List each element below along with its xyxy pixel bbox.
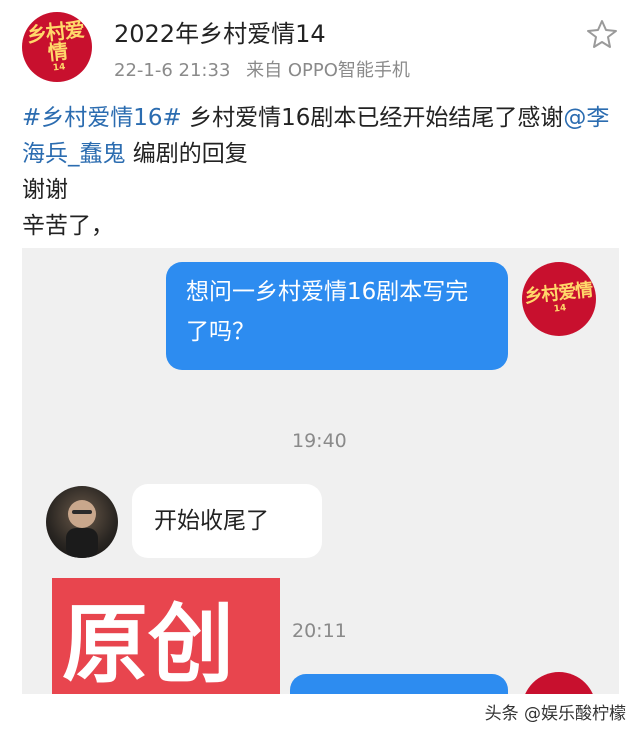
post-text-line2: 谢谢: [22, 177, 68, 203]
image-message[interactable]: 原创: [52, 578, 280, 694]
incoming-message-bubble: 开始收尾了: [132, 484, 322, 558]
post-body: #乡村爱情16# 乡村爱情16剧本已经开始结尾了感谢@李海兵_蠢鬼 编剧的回复 …: [22, 100, 622, 244]
post-source: 来自 OPPO智能手机: [246, 60, 410, 81]
account-name[interactable]: 2022年乡村爱情14: [114, 14, 326, 49]
hashtag-link[interactable]: #乡村爱情16#: [22, 105, 182, 131]
star-outline-icon[interactable]: [586, 18, 618, 50]
avatar-logo: 乡村爱情 14: [25, 16, 85, 74]
post-date: 22-1-6 21:33: [114, 60, 231, 81]
post-text-part1: 乡村爱情16剧本已经开始结尾了感谢: [181, 105, 564, 131]
chat-timestamp: 20:11: [292, 620, 347, 642]
outgoing-message-bubble: 想问一乡村爱情16剧本写完了吗？: [166, 262, 508, 370]
post-meta: 22-1-6 21:33 来自 OPPO智能手机: [114, 56, 420, 82]
watermark: 头条 @娱乐酸柠檬: [484, 704, 626, 724]
post-text-part2: 编剧的回复: [125, 141, 248, 167]
account-avatar[interactable]: 乡村爱情 14: [22, 12, 92, 82]
image-card-text: 原创: [62, 595, 234, 694]
outgoing-message-bubble: [290, 674, 508, 694]
post-text-line3: 辛苦了，: [22, 213, 114, 239]
chat-screenshot[interactable]: 想问一乡村爱情16剧本写完了吗？ 乡村爱情 14 19:40 开始收尾了 原创 …: [22, 248, 619, 694]
sender-avatar: 乡村爱情: [522, 672, 596, 694]
sender-avatar: 乡村爱情 14: [522, 262, 596, 336]
avatar-logo: 乡村爱情 14: [523, 279, 594, 315]
chat-timestamp: 19:40: [292, 430, 347, 452]
recipient-avatar: [46, 486, 118, 558]
person-photo-icon: [66, 500, 98, 558]
